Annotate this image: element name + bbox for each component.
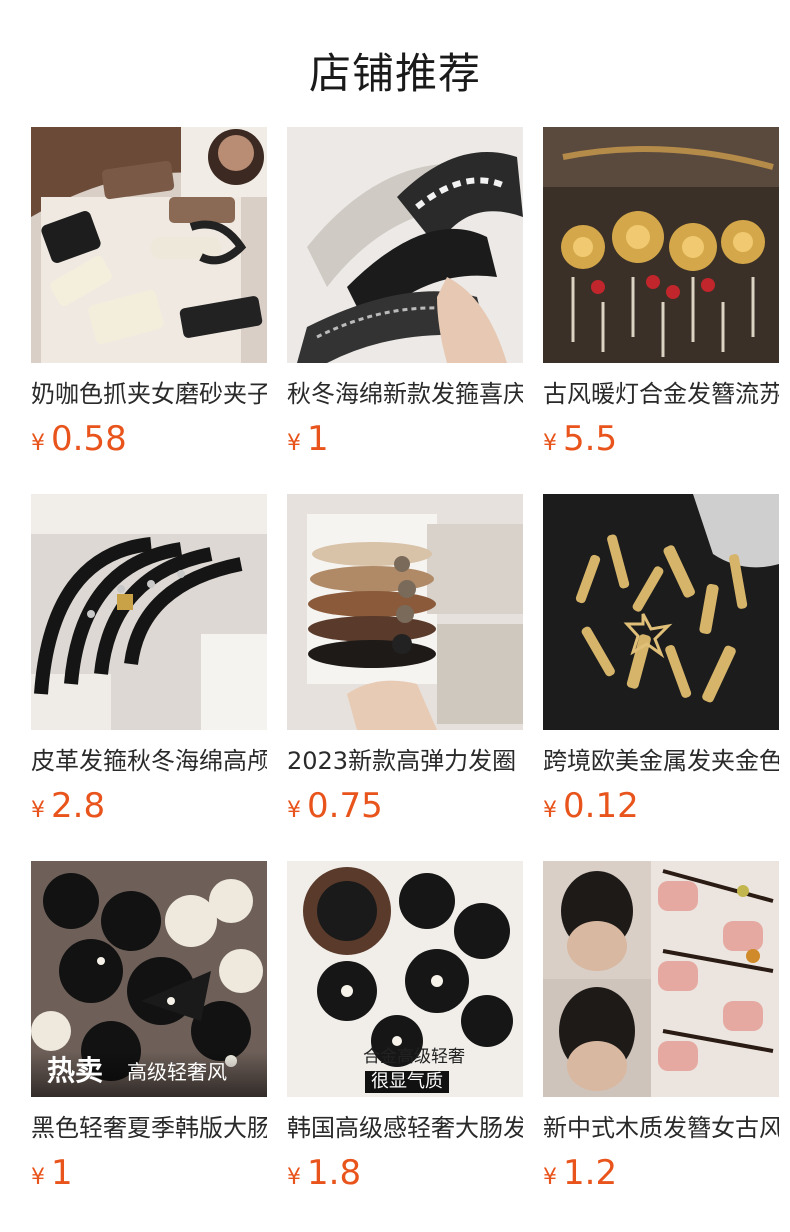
currency-symbol: ¥ [543, 1165, 557, 1190]
product-image[interactable] [287, 127, 523, 363]
product-name[interactable]: 跨境欧美金属发夹金色 [543, 746, 779, 776]
product-price: ¥1 [31, 1153, 267, 1193]
price-value: 1.8 [307, 1153, 362, 1193]
product-image[interactable] [31, 127, 267, 363]
price-value: 0.12 [563, 786, 639, 826]
product-name[interactable]: 古风暖灯合金发簪流苏 [543, 379, 779, 409]
product-image[interactable]: 合金高级轻奢 很显气质 [287, 861, 523, 1097]
product-image[interactable]: 热卖 高级轻奢风 [31, 861, 267, 1097]
currency-symbol: ¥ [287, 431, 301, 456]
product-card[interactable]: 古风暖灯合金发簪流苏 ¥5.5 [543, 127, 779, 494]
product-card[interactable]: 合金高级轻奢 很显气质 韩国高级感轻奢大肠发圈 ¥1.8 [287, 861, 523, 1228]
product-price: ¥1.8 [287, 1153, 523, 1193]
product-name[interactable]: 韩国高级感轻奢大肠发圈 [287, 1113, 523, 1143]
product-name[interactable]: 黑色轻奢夏季韩版大肠发圈 [31, 1113, 267, 1143]
currency-symbol: ¥ [31, 1165, 45, 1190]
product-price: ¥0.75 [287, 786, 523, 826]
price-value: 2.8 [51, 786, 106, 826]
currency-symbol: ¥ [31, 798, 45, 823]
product-name[interactable]: 皮革发箍秋冬海绵高颅顶 [31, 746, 267, 776]
product-image[interactable] [543, 494, 779, 730]
product-card[interactable]: 秋冬海绵新款发箍喜庆 ¥1 [287, 127, 523, 494]
product-card[interactable]: 皮革发箍秋冬海绵高颅顶 ¥2.8 [31, 494, 267, 861]
product-image[interactable] [287, 494, 523, 730]
product-card[interactable]: 2023新款高弹力发圈 ¥0.75 [287, 494, 523, 861]
hot-sale-label: 热卖 [47, 1054, 104, 1087]
promo-tag: 很显气质 [365, 1071, 449, 1093]
price-value: 0.75 [307, 786, 383, 826]
price-value: 1 [307, 419, 329, 459]
price-value: 1.2 [563, 1153, 618, 1193]
product-price: ¥0.12 [543, 786, 779, 826]
hot-sale-subtitle: 高级轻奢风 [127, 1060, 227, 1084]
product-price: ¥1.2 [543, 1153, 779, 1193]
product-name[interactable]: 新中式木质发簪女古风 [543, 1113, 779, 1143]
product-name[interactable]: 2023新款高弹力发圈 [287, 746, 523, 776]
product-card[interactable]: 奶咖色抓夹女磨砂夹子 ¥0.58 [31, 127, 267, 494]
product-card[interactable]: 热卖 高级轻奢风 黑色轻奢夏季韩版大肠发圈 ¥1 [31, 861, 267, 1228]
product-image[interactable] [543, 127, 779, 363]
price-value: 1 [51, 1153, 73, 1193]
currency-symbol: ¥ [287, 1165, 301, 1190]
price-value: 0.58 [51, 419, 127, 459]
product-card[interactable]: 跨境欧美金属发夹金色 ¥0.12 [543, 494, 779, 861]
product-name[interactable]: 奶咖色抓夹女磨砂夹子 [31, 379, 267, 409]
currency-symbol: ¥ [543, 431, 557, 456]
currency-symbol: ¥ [31, 431, 45, 456]
product-price: ¥1 [287, 419, 523, 459]
product-image[interactable] [31, 494, 267, 730]
product-grid: 奶咖色抓夹女磨砂夹子 ¥0.58 秋冬海绵新款发箍喜庆 ¥ 1 古风暖灯合金发簪… [31, 127, 779, 1228]
currency-symbol: ¥ [543, 798, 557, 823]
product-price: ¥2.8 [31, 786, 267, 826]
store-recommendations-page: 店铺推荐 奶咖色抓夹女磨砂夹子 ¥ 0.58 秋冬海绵新款发箍喜庆 ¥ 1 古风… [0, 0, 790, 1232]
page-title: 店铺推荐 [308, 49, 481, 98]
product-image[interactable] [543, 861, 779, 1097]
product-price: ¥5.5 [543, 419, 779, 459]
price-value: 5.5 [563, 419, 618, 459]
product-card[interactable]: 新中式木质发簪女古风 ¥1.2 [543, 861, 779, 1228]
promo-caption: 合金高级轻奢 [363, 1047, 465, 1067]
product-name[interactable]: 秋冬海绵新款发箍喜庆 [287, 379, 523, 409]
product-price: ¥0.58 [31, 419, 267, 459]
currency-symbol: ¥ [287, 798, 301, 823]
